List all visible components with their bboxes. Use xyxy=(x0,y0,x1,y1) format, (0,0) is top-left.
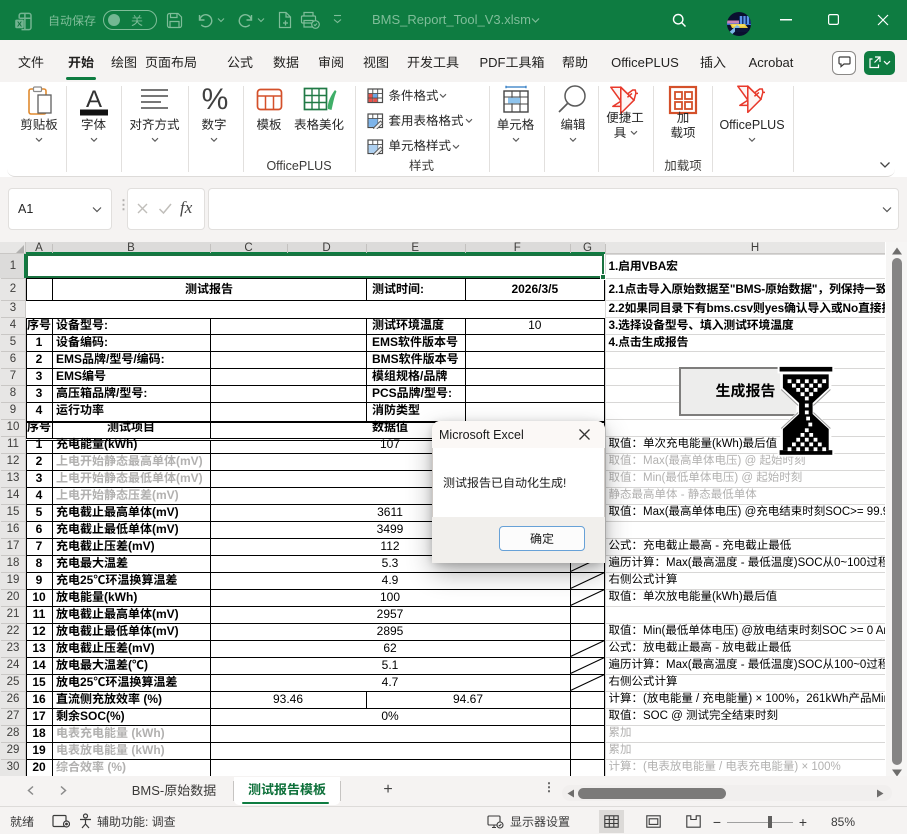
svg-text:X: X xyxy=(17,20,22,29)
svg-text:A: A xyxy=(86,86,102,113)
